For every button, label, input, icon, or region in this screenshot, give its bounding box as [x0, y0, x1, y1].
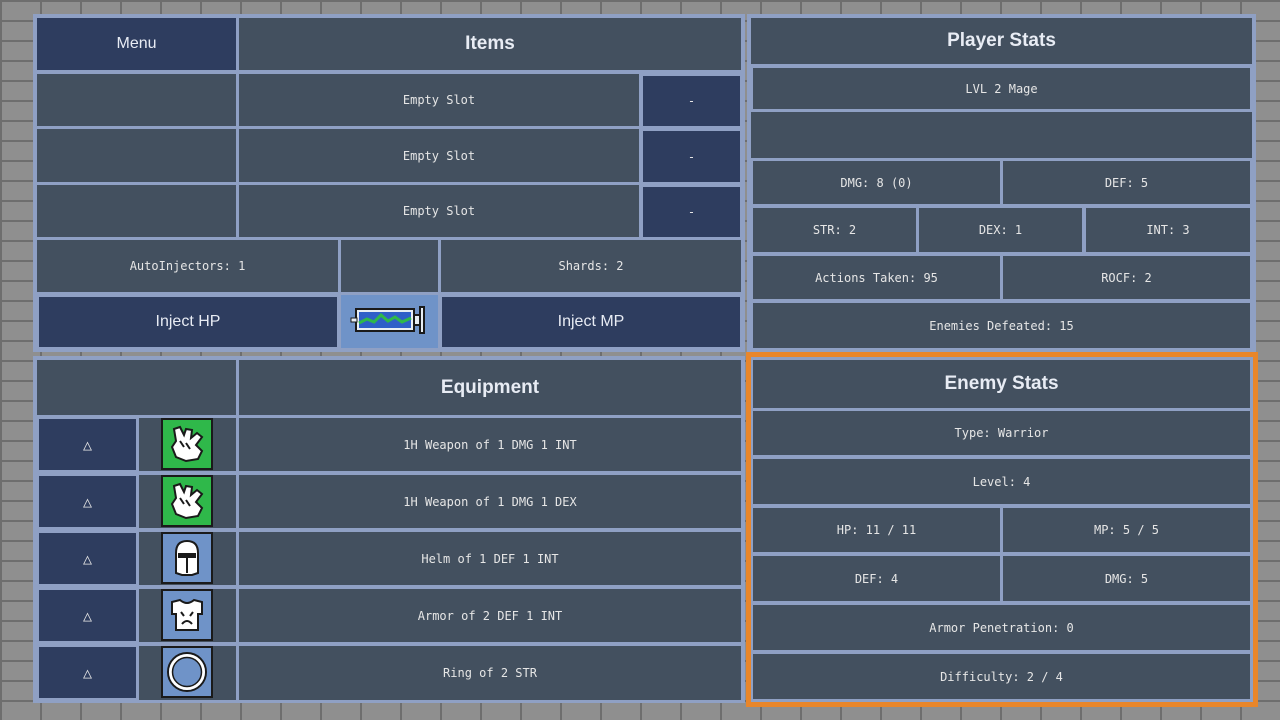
helmet-icon — [161, 532, 213, 584]
equip-item-4: Armor of 2 DEF 1 INT — [239, 589, 741, 642]
injector-icon-cell — [341, 295, 438, 348]
equipment-header-spacer — [37, 360, 236, 415]
enemy-level: Level: 4 — [753, 459, 1250, 504]
armor-icon — [161, 589, 213, 641]
item-slot-1-button[interactable]: - — [643, 76, 740, 126]
ring-icon — [161, 646, 213, 698]
enemy-def: DEF: 4 — [753, 556, 1000, 601]
equip-item-5: Ring of 2 STR — [239, 646, 741, 700]
item-slot-3: Empty Slot — [239, 185, 639, 237]
equip-icon-cell-4 — [139, 589, 236, 642]
item-slot-3-button[interactable]: - — [643, 187, 740, 237]
equip-item-1: 1H Weapon of 1 DMG 1 INT — [239, 418, 741, 471]
player-int: INT: 3 — [1086, 208, 1250, 252]
player-dex: DEX: 1 — [919, 208, 1082, 252]
enemy-stats-title: Enemy Stats — [753, 360, 1250, 408]
player-rocf: ROCF: 2 — [1003, 256, 1250, 299]
syringe-icon — [350, 303, 430, 340]
enemy-dmg: DMG: 5 — [1003, 556, 1250, 601]
equip-icon-cell-3 — [139, 532, 236, 585]
equip-item-3: Helm of 1 DEF 1 INT — [239, 532, 741, 585]
player-level: LVL 2 Mage — [753, 68, 1250, 109]
gauntlet-icon — [161, 418, 213, 470]
enemy-armor-penetration: Armor Penetration: 0 — [753, 605, 1250, 650]
player-dmg: DMG: 8 (0) — [753, 161, 1000, 204]
equip-icon-cell-5 — [139, 646, 236, 700]
player-actions-taken: Actions Taken: 95 — [753, 256, 1000, 299]
player-blank-row — [751, 112, 1252, 158]
equip-unequip-button-1[interactable]: △ — [39, 419, 136, 470]
equip-icon-cell-1 — [139, 418, 236, 471]
item-slot-2: Empty Slot — [239, 129, 639, 182]
equip-unequip-button-2[interactable]: △ — [39, 476, 136, 527]
enemy-mp: MP: 5 / 5 — [1003, 508, 1250, 552]
enemy-difficulty: Difficulty: 2 / 4 — [753, 654, 1250, 699]
item-slot-icon-1 — [37, 74, 236, 126]
items-title: Items — [239, 18, 741, 70]
enemy-type: Type: Warrior — [753, 411, 1250, 455]
inject-mp-button[interactable]: Inject MP — [442, 297, 740, 347]
inject-hp-button[interactable]: Inject HP — [39, 297, 337, 347]
equip-unequip-button-3[interactable]: △ — [39, 533, 136, 584]
enemy-hp: HP: 11 / 11 — [753, 508, 1000, 552]
item-slot-icon-3 — [37, 185, 236, 237]
item-slot-2-button[interactable]: - — [643, 131, 740, 182]
player-def: DEF: 5 — [1003, 161, 1250, 204]
equipment-title: Equipment — [239, 360, 741, 415]
equip-unequip-button-4[interactable]: △ — [39, 590, 136, 641]
menu-button[interactable]: Menu — [37, 18, 236, 70]
equip-item-2: 1H Weapon of 1 DMG 1 DEX — [239, 475, 741, 528]
equip-icon-cell-2 — [139, 475, 236, 528]
injector-spacer — [341, 240, 438, 292]
item-slot-icon-2 — [37, 129, 236, 182]
gauntlet-icon — [161, 475, 213, 527]
shards-count: Shards: 2 — [441, 240, 741, 292]
item-slot-1: Empty Slot — [239, 74, 639, 126]
equip-unequip-button-5[interactable]: △ — [39, 647, 136, 698]
player-stats-title: Player Stats — [751, 18, 1252, 64]
player-enemies-defeated: Enemies Defeated: 15 — [753, 303, 1250, 348]
player-str: STR: 2 — [753, 208, 916, 252]
autoinjectors-count: AutoInjectors: 1 — [37, 240, 338, 292]
